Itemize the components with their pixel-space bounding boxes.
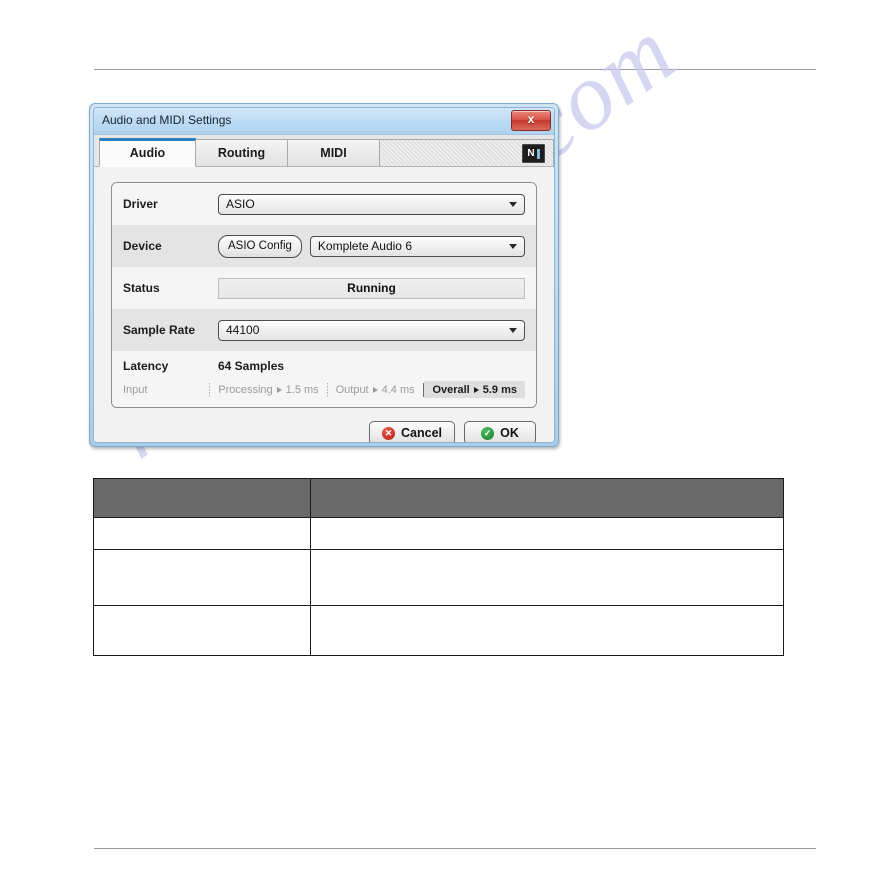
driver-controls: ASIO: [218, 193, 525, 215]
tabbar-filler: N: [380, 139, 554, 166]
table-row: [93, 605, 784, 656]
ok-button-label: OK: [500, 426, 519, 440]
page-bottom-rule: [94, 848, 816, 849]
driver-value: ASIO: [226, 197, 255, 211]
arrow-right-icon: [473, 386, 479, 393]
row-sample-rate: Sample Rate 44100: [112, 309, 536, 351]
table-body: [93, 517, 784, 656]
row-driver: Driver ASIO: [112, 183, 536, 225]
latency-segment-overall: Overall 5.9 ms: [424, 381, 525, 398]
ok-button[interactable]: ✓ OK: [464, 421, 536, 442]
latency-overall-name: Overall: [432, 383, 470, 396]
latency-block: Latency 64 Samples Input Processing 1.5 …: [112, 351, 536, 407]
tab-audio[interactable]: Audio: [99, 138, 196, 167]
close-icon: x: [527, 112, 535, 126]
table-row: [93, 517, 784, 550]
device-dropdown[interactable]: Komplete Audio 6: [309, 235, 525, 257]
ok-check-icon: ✓: [481, 426, 495, 440]
chevron-down-icon: [509, 328, 517, 333]
latency-segment-input: Input: [123, 381, 209, 398]
latency-processing-name: Processing: [218, 383, 273, 396]
table-cell: [310, 517, 784, 550]
latency-samples: 64 Samples: [218, 359, 285, 373]
table-header-cell-1: [310, 478, 784, 518]
asio-config-button[interactable]: ASIO Config: [218, 234, 302, 258]
row-status: Status Running: [112, 267, 536, 309]
table-header: [93, 478, 784, 518]
latency-overall-value: 5.9 ms: [482, 383, 517, 396]
latency-input-name: Input: [123, 383, 148, 396]
audio-settings-panel: Driver ASIO Device ASIO Config Komplete …: [111, 182, 537, 408]
status-label: Status: [123, 281, 160, 295]
dialog-body: Driver ASIO Device ASIO Config Komplete …: [94, 167, 554, 442]
sample-rate-value: 44100: [226, 323, 260, 337]
latency-output-name: Output: [335, 383, 369, 396]
latency-label: Latency: [123, 359, 169, 373]
native-instruments-logo-icon[interactable]: N: [522, 144, 545, 163]
sample-rate-controls: 44100: [218, 319, 525, 341]
latency-segment-processing: Processing 1.5 ms: [210, 381, 326, 398]
close-button[interactable]: x: [511, 110, 551, 131]
table-cell: [93, 549, 311, 606]
dialog-tabbar: Audio Routing MIDI N: [94, 135, 554, 167]
table-cell: [310, 605, 784, 656]
cancel-button[interactable]: ✕ Cancel: [369, 421, 455, 442]
arrow-right-icon: [372, 386, 378, 393]
latency-processing-value: 1.5 ms: [285, 383, 319, 396]
dialog-inner: Audio and MIDI Settings x Audio Routing …: [93, 107, 555, 443]
table-cell: [310, 549, 784, 606]
device-controls: ASIO Config Komplete Audio 6: [218, 234, 525, 258]
latency-output-value: 4.4 ms: [381, 383, 415, 396]
chevron-down-icon: [509, 244, 517, 249]
table-header-cell-0: [93, 478, 311, 518]
driver-dropdown[interactable]: ASIO: [218, 193, 525, 215]
dialog-button-row: ✕ Cancel ✓ OK: [111, 421, 537, 442]
row-device: Device ASIO Config Komplete Audio 6: [112, 225, 536, 267]
table-row: [93, 549, 784, 606]
device-label: Device: [123, 239, 162, 253]
arrow-right-icon: [276, 386, 282, 393]
table-header-row: [93, 478, 784, 518]
audio-midi-settings-dialog: Audio and MIDI Settings x Audio Routing …: [89, 103, 559, 447]
content-table: [93, 478, 784, 656]
status-controls: Running: [218, 277, 525, 299]
ni-logo-bar: [536, 148, 540, 159]
status-value: Running: [218, 277, 525, 299]
cancel-button-label: Cancel: [401, 426, 442, 440]
latency-breakdown: Input Processing 1.5 ms Output 4.4 ms Ov…: [123, 381, 525, 398]
table-cell: [93, 605, 311, 656]
dialog-title: Audio and MIDI Settings: [102, 113, 232, 127]
cancel-x-icon: ✕: [382, 426, 395, 440]
page-top-rule: [94, 69, 816, 70]
ni-logo-letter: N: [527, 147, 535, 159]
table-cell: [93, 517, 311, 550]
dialog-titlebar: Audio and MIDI Settings x: [94, 108, 554, 135]
tab-routing[interactable]: Routing: [195, 139, 288, 166]
latency-segment-output: Output 4.4 ms: [328, 381, 423, 398]
latency-header: Latency 64 Samples: [123, 359, 525, 373]
sample-rate-dropdown[interactable]: 44100: [218, 319, 525, 341]
device-value: Komplete Audio 6: [317, 239, 412, 253]
chevron-down-icon: [509, 202, 517, 207]
driver-label: Driver: [123, 197, 158, 211]
sample-rate-label: Sample Rate: [123, 323, 196, 337]
tab-midi[interactable]: MIDI: [287, 139, 380, 166]
